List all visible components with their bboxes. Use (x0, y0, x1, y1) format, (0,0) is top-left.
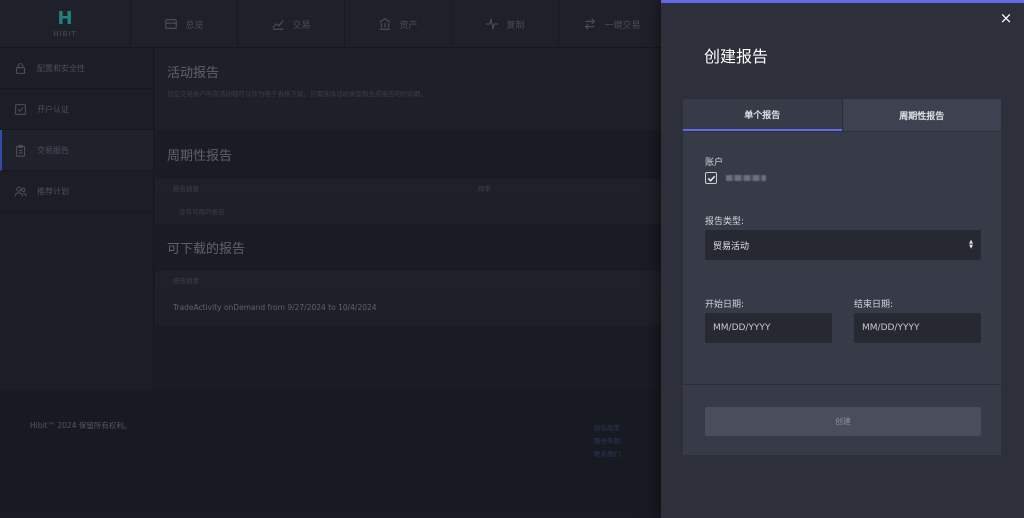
report-form-card: 单个报告 周期性报告 账户 报告类型: 贸易活动 ▲ ▼ 开始日期: 结束日期: … (683, 99, 1001, 455)
start-date-label: 开始日期: (705, 300, 745, 310)
report-type-select[interactable]: 贸易活动 ▲ ▼ (705, 230, 981, 260)
report-type-value: 贸易活动 (713, 241, 750, 252)
report-type-label: 报告类型: (705, 217, 745, 227)
sort-arrows-icon: ▲ ▼ (969, 239, 973, 250)
account-checkbox[interactable] (705, 172, 717, 184)
report-tabs: 单个报告 周期性报告 (683, 99, 1001, 132)
check-icon (707, 175, 715, 182)
tab-single-report[interactable]: 单个报告 (683, 99, 842, 131)
panel-title: 创建报告 (704, 47, 769, 66)
masked-account-id (726, 175, 766, 181)
tab-periodic-report[interactable]: 周期性报告 (841, 99, 1001, 131)
create-button[interactable]: 创建 (705, 407, 981, 436)
end-date-label: 结束日期: (854, 300, 894, 310)
start-date-input[interactable] (705, 313, 832, 343)
close-icon[interactable]: × (998, 10, 1014, 26)
account-label: 账户 (705, 158, 724, 168)
divider (683, 384, 1001, 385)
create-report-panel: × 创建报告 单个报告 周期性报告 账户 报告类型: 贸易活动 ▲ ▼ 开始日期:… (661, 0, 1024, 518)
end-date-input[interactable] (854, 313, 981, 343)
account-row (705, 172, 766, 184)
